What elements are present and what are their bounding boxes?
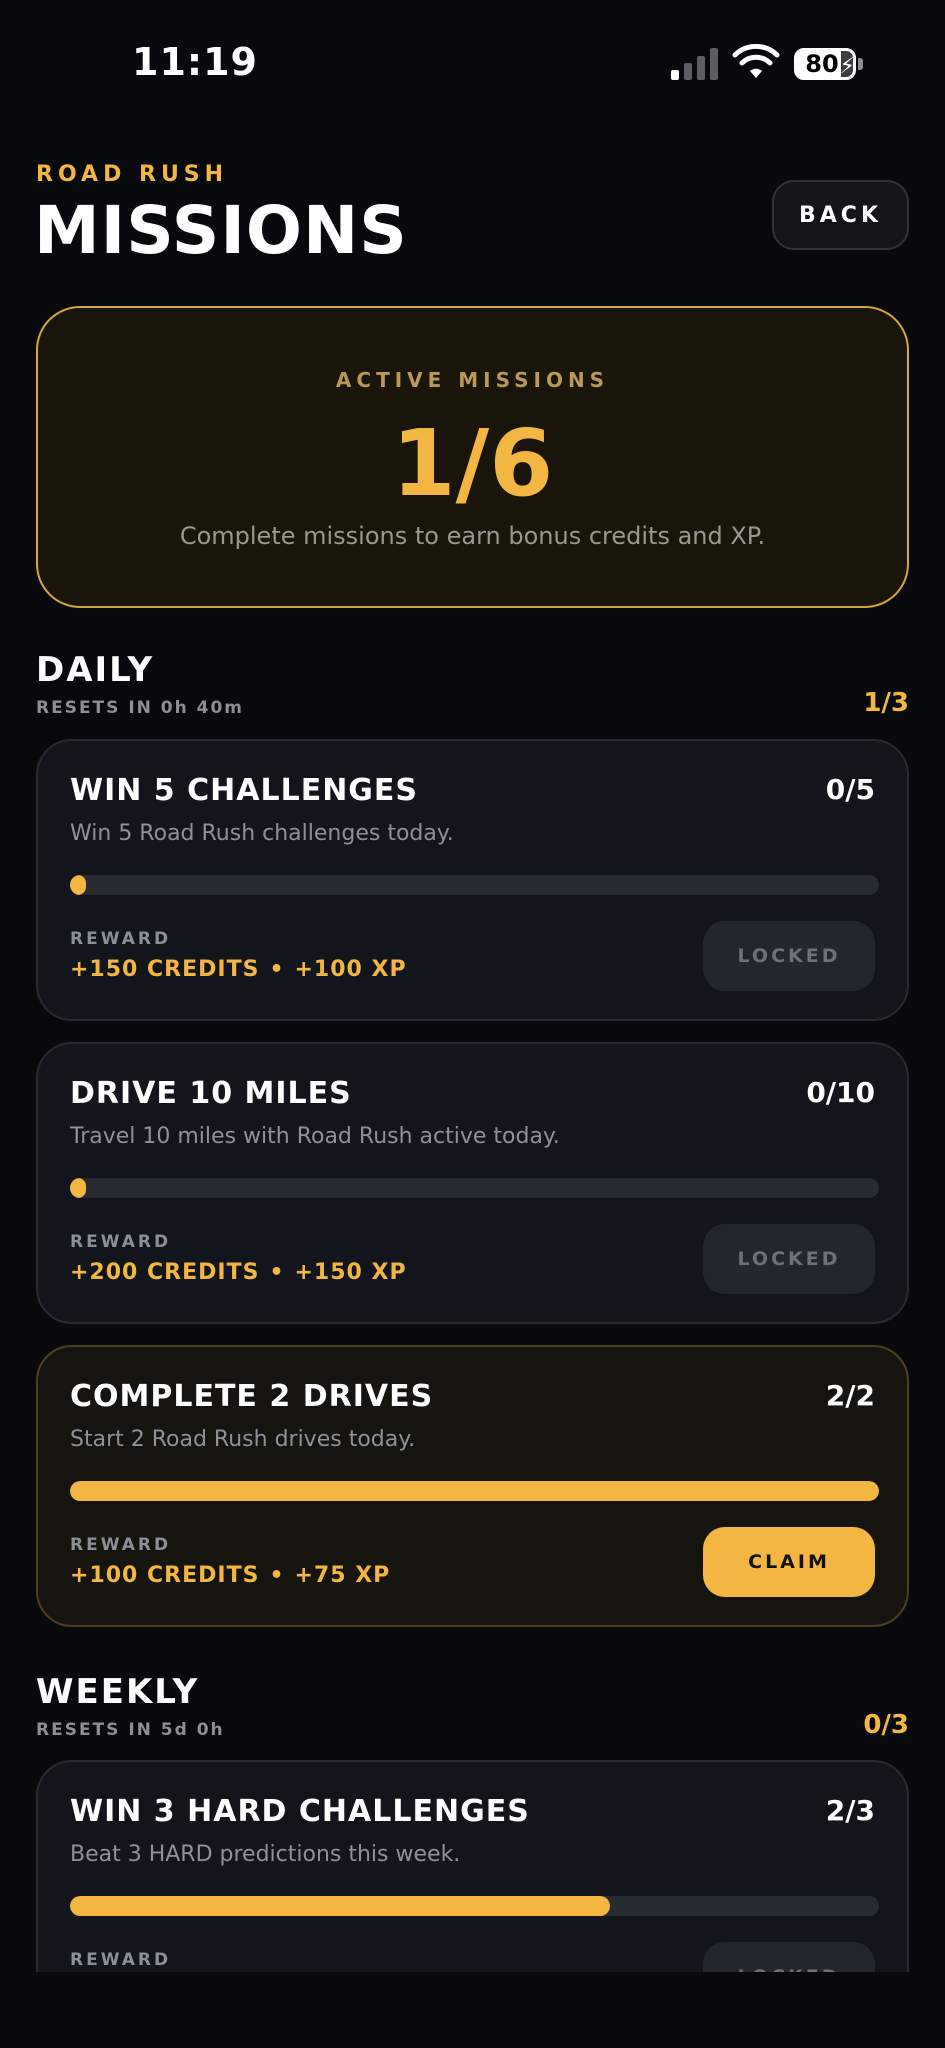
locked-button[interactable]: LOCKED xyxy=(703,1224,875,1294)
mission-title: WIN 5 CHALLENGES xyxy=(70,773,419,808)
mission-progress-bar xyxy=(70,1896,879,1916)
bottom-clip xyxy=(0,1972,945,2048)
summary-description: Complete missions to earn bonus credits … xyxy=(179,522,766,550)
mission-title: DRIVE 10 MILES xyxy=(70,1076,352,1111)
page-title: MISSIONS xyxy=(34,192,408,269)
mission-card: DRIVE 10 MILES 0/10 Travel 10 miles with… xyxy=(36,1042,909,1324)
mission-progress: 0/10 xyxy=(806,1076,875,1109)
daily-completed-count: 1/3 xyxy=(863,688,909,718)
mission-progress-fill xyxy=(70,1481,879,1501)
mission-description: Start 2 Road Rush drives today. xyxy=(70,1427,416,1452)
reward-credits: +200 CREDITS xyxy=(70,1260,260,1285)
mission-progress-bar xyxy=(70,875,879,895)
mission-progress-fill xyxy=(70,875,86,895)
weekly-reset-timer: RESETS IN 5d 0h xyxy=(36,1720,225,1740)
mission-progress-fill xyxy=(70,1896,610,1916)
reward-separator: • xyxy=(269,957,285,982)
daily-reset-timer: RESETS IN 0h 40m xyxy=(36,698,245,718)
status-time: 11:19 xyxy=(132,40,258,84)
reward-xp: +150 XP xyxy=(294,1260,407,1285)
claim-button[interactable]: CLAIM xyxy=(703,1527,875,1597)
wifi-icon xyxy=(732,44,780,78)
reward-label: REWARD xyxy=(70,1232,172,1252)
reward-xp: +100 XP xyxy=(294,957,407,982)
reward-label: REWARD xyxy=(70,1535,172,1555)
mission-progress: 0/5 xyxy=(825,773,875,806)
battery-icon: 80 ⚡ xyxy=(794,48,856,80)
reward-separator: • xyxy=(269,1563,285,1588)
mission-card: COMPLETE 2 DRIVES 2/2 Start 2 Road Rush … xyxy=(36,1345,909,1627)
mission-progress-bar xyxy=(70,1481,879,1501)
reward-value: +200 CREDITS • +150 XP xyxy=(70,1260,407,1285)
mission-card: WIN 5 CHALLENGES 0/5 Win 5 Road Rush cha… xyxy=(36,739,909,1021)
daily-section-title: DAILY xyxy=(36,650,155,690)
reward-credits: +150 CREDITS xyxy=(70,957,260,982)
status-bar: 11:19 80 ⚡ xyxy=(0,0,945,120)
brand-label: ROAD RUSH xyxy=(36,162,229,187)
mission-title: WIN 3 HARD CHALLENGES xyxy=(70,1794,530,1829)
summary-count: 1/6 xyxy=(391,410,554,517)
battery-level: 80 xyxy=(805,50,839,78)
reward-xp: +75 XP xyxy=(294,1563,391,1588)
charging-bolt-icon: ⚡ xyxy=(839,54,855,79)
summary-label: ACTIVE MISSIONS xyxy=(335,368,610,392)
mission-progress-bar xyxy=(70,1178,879,1198)
mission-description: Beat 3 HARD predictions this week. xyxy=(70,1842,461,1867)
mission-title: COMPLETE 2 DRIVES xyxy=(70,1379,434,1414)
mission-description: Travel 10 miles with Road Rush active to… xyxy=(70,1124,560,1149)
mission-progress-fill xyxy=(70,1178,86,1198)
weekly-section-title: WEEKLY xyxy=(36,1672,200,1712)
reward-label: REWARD xyxy=(70,929,172,949)
mission-description: Win 5 Road Rush challenges today. xyxy=(70,821,454,846)
reward-credits: +100 CREDITS xyxy=(70,1563,260,1588)
weekly-completed-count: 0/3 xyxy=(863,1710,909,1740)
mission-progress: 2/3 xyxy=(825,1794,875,1827)
locked-button[interactable]: LOCKED xyxy=(703,921,875,991)
back-button[interactable]: BACK xyxy=(772,180,909,250)
reward-value: +150 CREDITS • +100 XP xyxy=(70,957,407,982)
active-missions-summary: ACTIVE MISSIONS 1/6 Complete missions to… xyxy=(36,306,909,608)
cellular-signal-icon xyxy=(671,48,719,80)
battery-cap xyxy=(858,58,863,70)
reward-value: +100 CREDITS • +75 XP xyxy=(70,1563,390,1588)
reward-separator: • xyxy=(269,1260,285,1285)
mission-progress: 2/2 xyxy=(825,1379,875,1412)
reward-label: REWARD xyxy=(70,1950,172,1970)
